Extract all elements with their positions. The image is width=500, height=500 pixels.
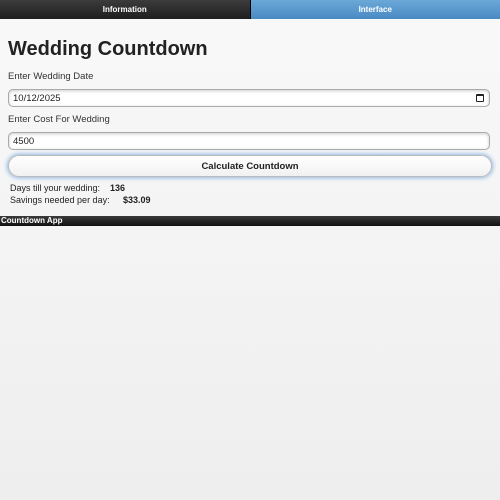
days-value: 136	[110, 183, 126, 193]
tab-interface[interactable]: Interface	[250, 0, 500, 19]
tab-information[interactable]: Information	[0, 0, 251, 19]
savings-result: Savings needed per day: $33.09	[10, 195, 151, 205]
wedding-cost-value: 4500	[13, 135, 35, 147]
wedding-cost-input[interactable]: 4500	[8, 132, 490, 150]
calculate-countdown-button[interactable]: Calculate Countdown	[8, 155, 492, 177]
tab-bar: Information Interface	[0, 0, 500, 19]
wedding-date-input[interactable]: 10/12/2025	[8, 89, 490, 107]
savings-label: Savings needed per day:	[10, 195, 110, 205]
date-label: Enter Wedding Date	[8, 71, 94, 82]
wedding-date-value: 10/12/2025	[13, 92, 61, 104]
footer-bar: Countdown App	[0, 216, 500, 226]
savings-value: $33.09	[123, 195, 151, 205]
days-label: Days till your wedding:	[10, 183, 101, 193]
page-title: Wedding Countdown	[8, 38, 208, 60]
cost-label: Enter Cost For Wedding	[8, 114, 110, 125]
days-result: Days till your wedding: 136	[10, 183, 125, 193]
calendar-icon[interactable]	[476, 94, 484, 102]
